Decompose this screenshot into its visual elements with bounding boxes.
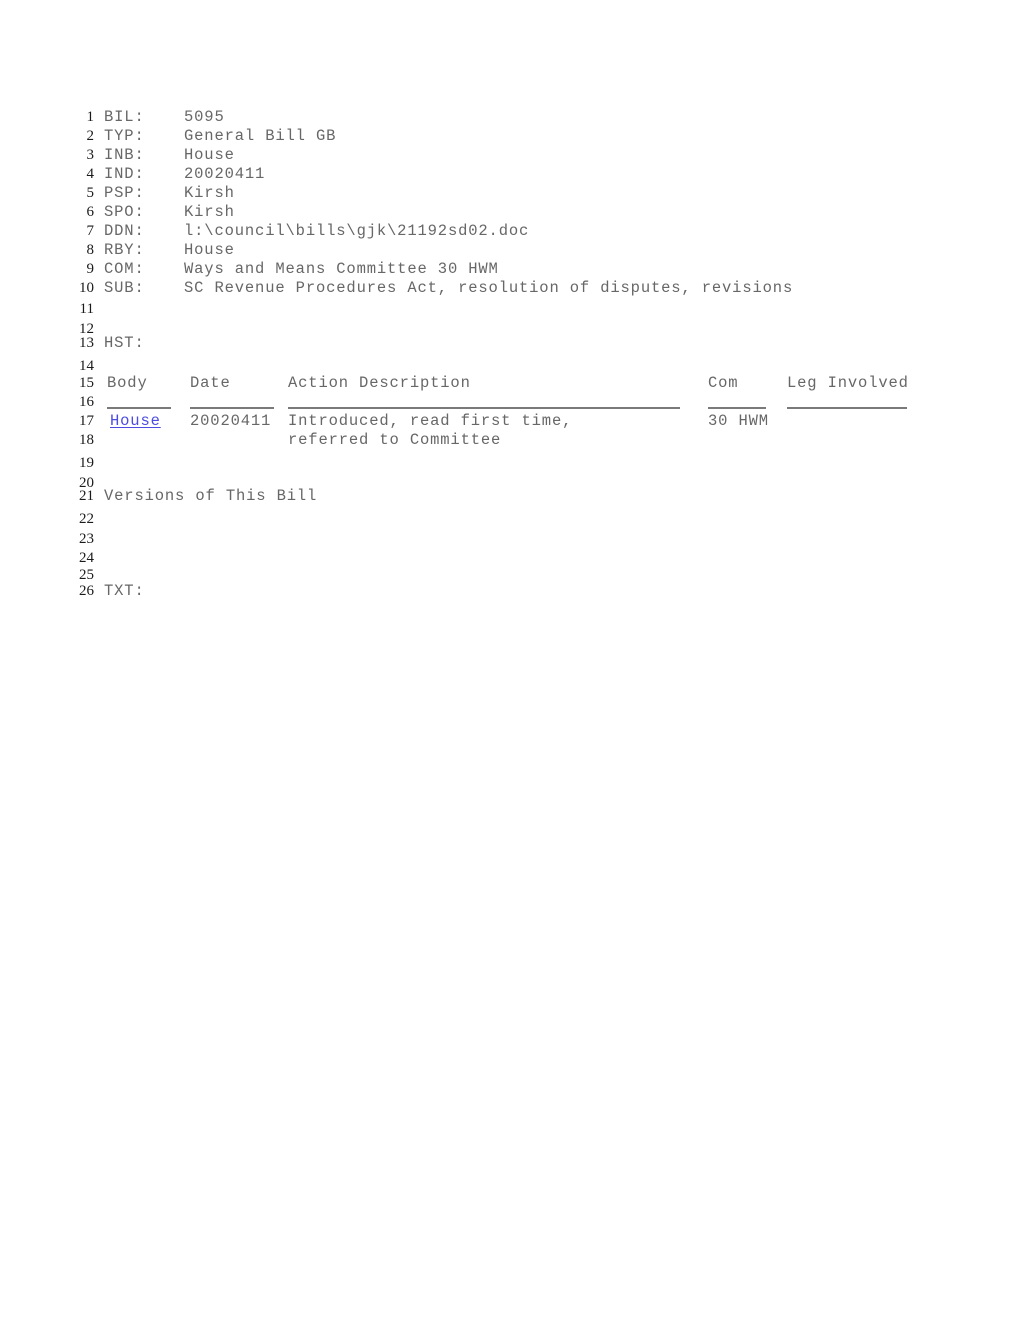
column-rule-date [190, 407, 274, 409]
source-line: 7 DDN: l:\council\bills\gjk\21192sd02.do… [0, 222, 1020, 241]
field-value-spo: Kirsh [184, 203, 235, 221]
line-number: 4 [86, 166, 95, 182]
field-value-ddn: l:\council\bills\gjk\21192sd02.doc [184, 222, 530, 240]
field-label-inb: INB: [104, 146, 145, 164]
field-label-bil: BIL: [104, 108, 145, 126]
table-row-continuation: 18 referred to Committee [0, 431, 1020, 450]
field-label-rby: RBY: [104, 241, 145, 259]
column-header-body: Body [107, 374, 148, 392]
source-line: 13 HST: [0, 334, 1020, 353]
field-value-sub: SC Revenue Procedures Act, resolution of… [184, 279, 794, 297]
source-line: 8 RBY: House [0, 241, 1020, 260]
field-value-inb: House [184, 146, 235, 164]
source-line: 2 TYP: General Bill GB [0, 127, 1020, 146]
document-page: 1 BIL: 5095 2 TYP: General Bill GB 3 INB… [0, 0, 1020, 1320]
field-label-ind: IND: [104, 165, 145, 183]
source-line: 6 SPO: Kirsh [0, 203, 1020, 222]
line-number: 13 [79, 335, 94, 351]
source-line: 5 PSP: Kirsh [0, 184, 1020, 203]
history-date: 20020411 [190, 412, 272, 430]
field-value-typ: General Bill GB [184, 127, 337, 145]
source-line-blank: 19 [0, 454, 1020, 473]
history-table-header: 15 Body Date Action Description Com Leg … [0, 374, 1020, 393]
source-line: 10 SUB: SC Revenue Procedures Act, resol… [0, 279, 1020, 298]
line-number: 5 [86, 185, 95, 201]
field-value-ind: 20020411 [184, 165, 266, 183]
line-number: 8 [86, 242, 95, 258]
versions-of-this-bill-label: Versions of This Bill [104, 487, 318, 505]
line-number: 17 [79, 413, 94, 429]
text-section-label: TXT: [104, 582, 145, 600]
history-action-description-continued: referred to Committee [288, 431, 502, 449]
line-number: 18 [79, 432, 94, 448]
column-header-com: Com [708, 374, 739, 392]
history-action-description: Introduced, read first time, [288, 412, 573, 430]
history-com: 30 HWM [708, 412, 769, 430]
field-value-com: Ways and Means Committee 30 HWM [184, 260, 499, 278]
source-line: 4 IND: 20020411 [0, 165, 1020, 184]
source-line-blank: 22 [0, 510, 1020, 529]
line-number: 16 [79, 394, 94, 410]
line-number: 15 [79, 375, 94, 391]
field-label-spo: SPO: [104, 203, 145, 221]
field-label-typ: TYP: [104, 127, 145, 145]
source-line-blank: 23 [0, 530, 1020, 549]
history-table-rule-row: 16 [0, 393, 1020, 412]
line-number: 3 [86, 147, 95, 163]
line-number: 7 [86, 223, 95, 239]
line-number: 9 [86, 261, 95, 277]
line-number: 1 [86, 109, 95, 125]
line-number: 26 [79, 583, 94, 599]
line-number: 23 [79, 531, 94, 547]
history-body-link[interactable]: House [110, 412, 161, 431]
source-line: 3 INB: House [0, 146, 1020, 165]
field-label-com: COM: [104, 260, 145, 278]
column-rule-action-description [288, 407, 680, 409]
table-row: 17 House 20020411 Introduced, read first… [0, 412, 1020, 431]
field-label-sub: SUB: [104, 279, 145, 297]
line-number: 21 [79, 488, 94, 504]
line-number: 10 [79, 280, 94, 296]
source-line-blank: 11 [0, 300, 1020, 319]
column-rule-leg-involved [787, 407, 907, 409]
line-number: 19 [79, 455, 94, 471]
field-label-psp: PSP: [104, 184, 145, 202]
line-number: 11 [79, 301, 94, 317]
column-rule-body [107, 407, 171, 409]
column-header-leg-involved: Leg Involved [787, 374, 909, 392]
line-number: 22 [79, 511, 94, 527]
field-label-ddn: DDN: [104, 222, 145, 240]
source-line: 9 COM: Ways and Means Committee 30 HWM [0, 260, 1020, 279]
source-line: 21 Versions of This Bill [0, 487, 1020, 506]
column-header-date: Date [190, 374, 231, 392]
column-rule-com [708, 407, 766, 409]
field-value-psp: Kirsh [184, 184, 235, 202]
line-number: 6 [86, 204, 95, 220]
source-line: 26 TXT: [0, 582, 1020, 601]
field-value-rby: House [184, 241, 235, 259]
line-number: 2 [86, 128, 95, 144]
source-line: 1 BIL: 5095 [0, 108, 1020, 127]
column-header-action-description: Action Description [288, 374, 471, 392]
history-section-label: HST: [104, 334, 145, 352]
field-value-bil: 5095 [184, 108, 225, 126]
